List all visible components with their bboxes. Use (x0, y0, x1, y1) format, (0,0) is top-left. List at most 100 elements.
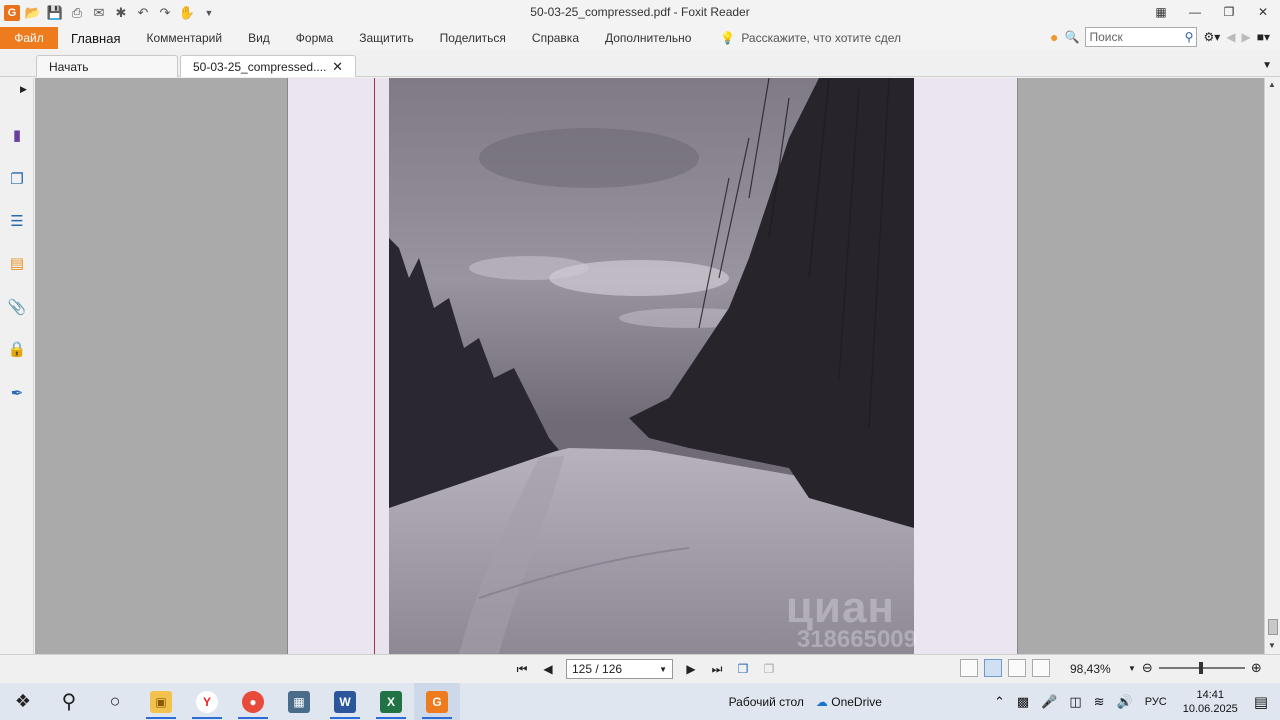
tab-list-icon[interactable]: ▼ (1262, 60, 1272, 71)
zoom-slider[interactable] (1158, 662, 1245, 674)
close-tab-icon[interactable]: ✕ (332, 59, 343, 75)
excel-icon[interactable]: X (368, 683, 414, 720)
zoom-dropdown-icon[interactable]: ▼ (1128, 664, 1136, 673)
open-icon[interactable]: 📂 (24, 4, 42, 22)
new-icon[interactable]: ✱ (112, 4, 130, 22)
tab-document[interactable]: 50-03-25_compressed.... ✕ (180, 55, 356, 77)
windows-taskbar: ❖ ⚲ ○ ▣ Y ● ▦ W X G Рабочий стол ☁ OneDr… (0, 683, 1280, 720)
input-language[interactable]: РУС (1139, 696, 1173, 708)
security-icon[interactable]: 🔒 (6, 338, 28, 360)
document-canvas[interactable]: циан 318665009 (35, 78, 1264, 654)
minimize-button[interactable]: — (1178, 0, 1212, 24)
clock-date: 10.06.2025 (1182, 702, 1238, 715)
chrome-icon[interactable]: ● (230, 683, 276, 720)
winter-road-photo (389, 78, 914, 654)
page-number-input[interactable]: 125 / 126 ▼ (566, 659, 673, 679)
show-hidden-icon[interactable]: ⌃ (988, 694, 1011, 710)
continuous-facing-icon[interactable] (1032, 659, 1050, 677)
calculator-icon[interactable]: ▦ (276, 683, 322, 720)
battery-icon[interactable]: ◫ (1063, 694, 1087, 710)
onedrive-toolbar[interactable]: ☁ OneDrive (810, 695, 888, 709)
search-placeholder: Поиск (1089, 30, 1123, 44)
last-page-icon[interactable]: ⏭ (709, 662, 725, 677)
zoom-out-icon[interactable]: ⊖ (1142, 660, 1153, 676)
account-icon[interactable]: ■▾ (1257, 30, 1270, 44)
comments-icon[interactable]: ▤ (6, 252, 28, 274)
tab-start-label: Начать (49, 59, 89, 74)
menu-comment[interactable]: Комментарий (133, 27, 235, 49)
redo-icon[interactable]: ↷ (156, 4, 174, 22)
forward-icon[interactable]: ▶ (1241, 30, 1250, 44)
menu-form[interactable]: Форма (283, 27, 346, 49)
yandex-logo-icon: Y (196, 690, 218, 713)
status-bar: ⏮ ◀ 125 / 126 ▼ ▶ ⏭ ❐ ❐ 98,43% ▼ ⊖ ⊕ (0, 654, 1280, 683)
yandex-browser-icon[interactable]: Y (184, 683, 230, 720)
first-page-icon[interactable]: ⏮ (514, 662, 530, 677)
expand-panel-icon[interactable]: ▶ (20, 84, 27, 95)
scroll-up-icon[interactable]: ▲ (1268, 80, 1276, 89)
menu-view[interactable]: Вид (235, 27, 283, 49)
feedback-icon[interactable]: ● (1050, 29, 1058, 45)
view-mode-buttons (960, 659, 1050, 677)
layers-icon[interactable]: ☰ (6, 210, 28, 232)
foxit-taskbar-icon[interactable]: G (414, 683, 460, 720)
settings-icon[interactable]: ⚙▾ (1203, 30, 1220, 44)
extract-page-icon[interactable]: ❐ (735, 662, 751, 676)
word-logo-icon: W (334, 690, 356, 713)
task-view-icon[interactable]: ○ (92, 683, 138, 720)
customize-qa-icon[interactable]: ▼ (200, 4, 218, 22)
tab-start[interactable]: Начать (36, 55, 178, 77)
start-button[interactable]: ❖ (0, 683, 46, 720)
back-icon[interactable]: ◀ (1226, 30, 1235, 44)
next-page-icon[interactable]: ▶ (683, 662, 699, 676)
attachments-icon[interactable]: 📎 (6, 296, 28, 318)
notifications-icon[interactable]: ▤ (1248, 693, 1280, 711)
microphone-icon[interactable]: 🎤 (1035, 694, 1063, 710)
tell-me[interactable]: 💡 Расскажите, что хотите сдел (720, 31, 901, 45)
foxit-taskbar-logo-icon: G (426, 690, 448, 713)
pages-icon[interactable]: ❐ (6, 168, 28, 190)
find-folder-icon[interactable]: 🔍 (1065, 30, 1080, 44)
single-page-icon[interactable] (960, 659, 978, 677)
search-icon[interactable]: ⚲ (1185, 30, 1194, 44)
menu-extra[interactable]: Дополнительно (592, 27, 704, 49)
menu-share[interactable]: Поделиться (427, 27, 519, 49)
save-icon[interactable]: 💾 (46, 4, 64, 22)
vertical-scrollbar[interactable]: ▲ ▼ (1264, 78, 1280, 654)
reflow-icon[interactable]: ❐ (761, 662, 777, 676)
file-menu[interactable]: Файл (0, 27, 58, 49)
scroll-thumb[interactable] (1268, 619, 1278, 635)
menu-help[interactable]: Справка (519, 27, 592, 49)
chevron-down-icon[interactable]: ▼ (659, 665, 667, 674)
zoom-in-icon[interactable]: ⊕ (1251, 660, 1262, 676)
prev-page-icon[interactable]: ◀ (540, 662, 556, 676)
bookmark-icon[interactable]: ▮ (6, 124, 28, 146)
word-icon[interactable]: W (322, 683, 368, 720)
undo-icon[interactable]: ↶ (134, 4, 152, 22)
window-controls: ▦ — ❐ ✕ (1144, 0, 1280, 24)
close-button[interactable]: ✕ (1246, 0, 1280, 24)
hand-tool-icon[interactable]: ✋ (178, 4, 196, 22)
zoom-level[interactable]: 98,43% (1070, 662, 1111, 676)
email-icon[interactable]: ✉ (90, 4, 108, 22)
folder-icon: ▣ (150, 690, 172, 713)
restore-button[interactable]: ❐ (1212, 0, 1246, 24)
facing-page-icon[interactable] (1008, 659, 1026, 677)
zoom-slider-knob[interactable] (1198, 662, 1203, 674)
scroll-down-icon[interactable]: ▼ (1268, 641, 1276, 650)
meet-now-icon[interactable]: ▩ (1011, 694, 1035, 710)
wifi-icon[interactable]: ≋ (1088, 694, 1111, 710)
desktop-toolbar[interactable]: Рабочий стол (723, 695, 810, 709)
print-icon[interactable]: ⎙ (68, 4, 86, 22)
file-explorer-icon[interactable]: ▣ (138, 683, 184, 720)
search-input[interactable]: Поиск ⚲ (1085, 27, 1198, 47)
volume-icon[interactable]: 🔊 (1111, 694, 1139, 710)
page-margin-left (288, 78, 374, 654)
search-taskbar-icon[interactable]: ⚲ (46, 683, 92, 720)
menu-protect[interactable]: Защитить (346, 27, 426, 49)
layout-icon[interactable]: ▦ (1144, 0, 1178, 24)
clock[interactable]: 14:41 10.06.2025 (1173, 688, 1248, 716)
menu-home[interactable]: Главная (58, 27, 133, 49)
continuous-page-icon[interactable] (984, 659, 1002, 677)
signature-icon[interactable]: ✒ (6, 382, 28, 404)
